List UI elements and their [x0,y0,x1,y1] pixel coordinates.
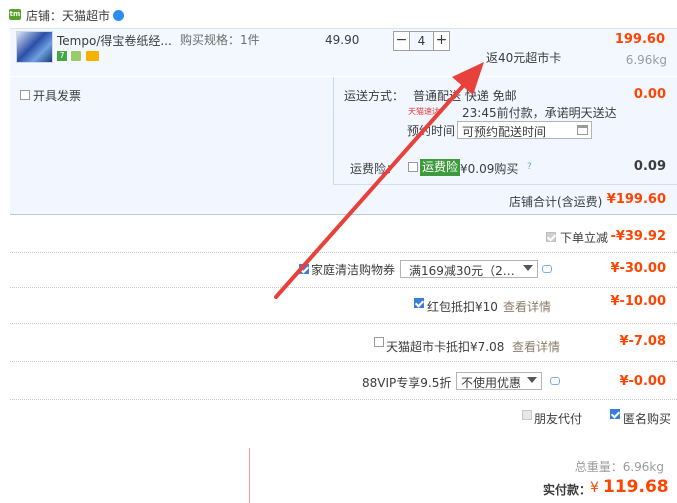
coupon-select[interactable]: 满169减30元（2… [400,260,538,278]
vip-discount-label: 88VIP专享9.5折 [362,376,452,390]
row-divider [10,287,677,288]
tmall-card-label: 天猫超市卡抵扣¥7.08 [386,340,505,354]
unit-price: 49.90 [325,33,360,47]
coupon-label: 家庭清洁购物券 [311,263,396,277]
instant-discount-value: -¥39.92 [610,229,666,244]
row-divider [10,399,677,400]
invoice-checkbox[interactable] [20,90,30,100]
row-divider [10,323,677,324]
total-weight: 总重量：6.96kg [574,460,664,474]
quantity-decrement-button[interactable]: − [393,31,410,51]
chevron-down-icon [527,377,537,383]
quantity-input[interactable]: 4 [410,31,433,51]
quantity-stepper: − 4 + [393,31,454,51]
anonymous-checkbox[interactable] [610,409,620,419]
row-divider [10,252,677,253]
appointment-time-picker[interactable]: 可预约配送时间 [457,121,592,139]
order-confirm-page: tm 店铺：天猫超市 Tempo/得宝卷纸经... 购买规格：1件 7 49.9… [0,0,677,503]
item-total-price: 199.60 [614,32,665,47]
appointment-placeholder: 可预约配送时间 [462,125,547,139]
shop-label[interactable]: 店铺：天猫超市 [26,7,110,24]
vip-discount-value: ¥-0.00 [619,374,666,389]
info-chat-icon[interactable] [550,377,560,385]
insurance-total: 0.09 [633,159,666,174]
insurance-checkbox[interactable] [408,162,418,172]
friend-pay-label: 朋友代付 [534,412,583,426]
shipping-method-label: 运送方式： [344,89,405,103]
red-packet-value: ¥-10.00 [610,294,666,309]
red-packet-label: 红包抵扣¥10 [427,300,498,314]
product-title-link[interactable]: Tempo/得宝卷纸经... [57,32,172,49]
tmall-card-details-link[interactable]: 查看详情 [512,338,560,355]
instant-discount-checkbox [546,232,556,242]
product-thumbnail[interactable] [16,31,53,63]
coupon-checkbox[interactable] [299,264,309,274]
red-packet-details-link[interactable]: 查看详情 [503,298,551,315]
info-chat-icon[interactable] [542,265,552,273]
invoice-label: 开具发票 [33,89,82,103]
tmall-express-icon: 天猫速达 [408,107,440,116]
vip-discount-select[interactable]: 不使用优惠 [456,372,542,390]
rebate-note: 返40元超市卡 [486,51,562,65]
coupon-value: ¥-30.00 [610,261,666,276]
friend-pay-checkbox[interactable] [522,410,532,420]
quantity-increment-button[interactable]: + [433,31,450,51]
tmall-card-checkbox[interactable] [374,337,384,347]
chevron-down-icon [523,265,533,271]
shipping-fee: 0.00 [633,87,666,102]
product-spec: 购买规格：1件 [180,33,260,47]
gift-icon [71,51,81,61]
shop-total-label: 店铺合计(含运费) [509,195,603,209]
instant-discount-label: 下单立减 [560,231,609,245]
insurance-tag: 运费险 [420,159,461,176]
panel-divider [333,77,334,184]
panel-divider-horizontal [333,184,677,185]
shipping-method-value: 普通配送 快递 免邮 [413,89,517,103]
tmall-card-value: ¥-7.08 [619,334,666,349]
shop-total-value: ¥199.60 [606,192,666,207]
payment-currency: ¥ [590,480,599,496]
payment-amount: 119.68 [603,477,669,497]
insurance-price: ¥0.09购买 [460,162,519,176]
payment-label: 实付款： [543,483,592,497]
card-payment-icon [86,51,99,61]
verified-badge-icon [113,10,124,21]
delivery-promise: 23:45前付款，承诺明天送达 [462,106,617,120]
row-divider [10,361,677,362]
vip-selected-value: 不使用优惠 [461,376,522,390]
item-weight: 6.96kg [625,53,667,67]
anonymous-label: 匿名购买 [623,412,672,426]
coupon-selected-value: 满169减30元（2… [409,264,515,278]
red-packet-checkbox[interactable] [414,298,424,308]
insurance-label: 运费险： [350,162,399,176]
help-icon[interactable]: ? [527,163,543,172]
calendar-icon[interactable] [577,125,588,135]
seven-day-return-icon: 7 [57,51,67,61]
tmall-shop-icon: tm [9,9,21,20]
appointment-label: 预约时间 [407,124,456,138]
